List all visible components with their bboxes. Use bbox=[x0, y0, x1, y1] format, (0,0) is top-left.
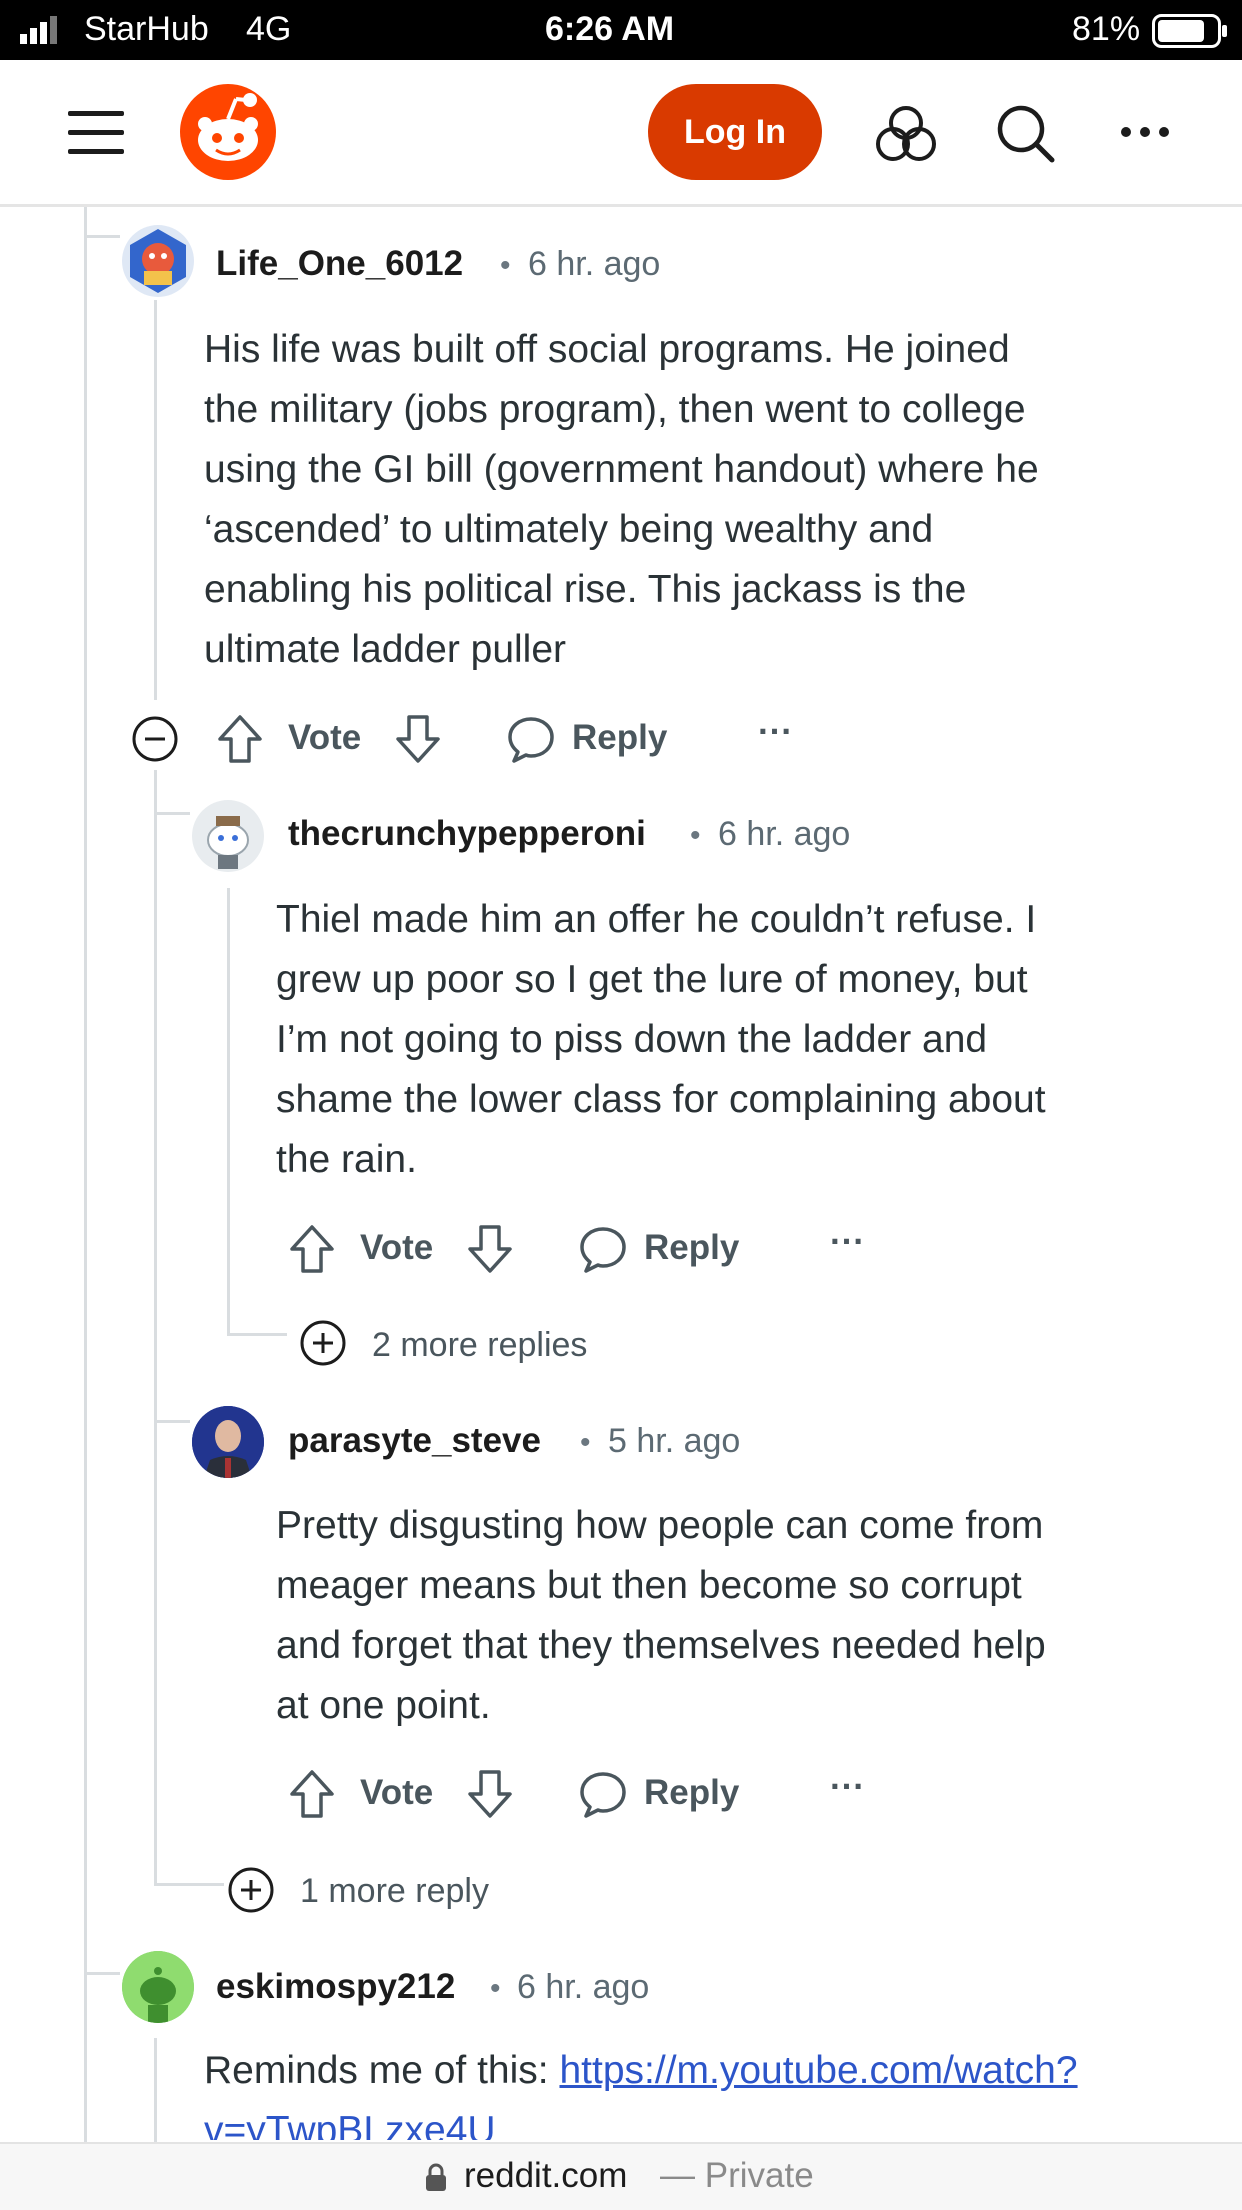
comment-line: ‘ascended’ to ultimately being wealthy a… bbox=[204, 508, 934, 551]
comment-line: His life was built off social programs. … bbox=[204, 328, 1010, 371]
expand-icon[interactable] bbox=[299, 1319, 347, 1367]
thread-connector bbox=[84, 1972, 120, 1975]
battery-icon bbox=[1152, 14, 1227, 48]
lock-icon bbox=[426, 2163, 446, 2191]
separator-dot: • bbox=[690, 819, 701, 852]
avatar[interactable] bbox=[122, 1951, 194, 2023]
timestamp: 6 hr. ago bbox=[517, 1968, 650, 2006]
comment-body: His life was built off social programs. … bbox=[204, 320, 1039, 680]
youtube-link[interactable]: https://m.youtube.com/watch? bbox=[559, 2049, 1077, 2092]
overflow-menu-icon[interactable]: ··· bbox=[758, 712, 793, 752]
thread-connector bbox=[154, 812, 190, 815]
vote-label: Vote bbox=[288, 718, 362, 757]
reply-icon[interactable] bbox=[506, 714, 556, 764]
downvote-icon[interactable] bbox=[394, 714, 442, 764]
comment-text: Reminds me of this: bbox=[204, 2049, 560, 2092]
thread-line bbox=[154, 2038, 157, 2142]
comment-line: Thiel made him an offer he couldn’t refu… bbox=[276, 898, 1037, 941]
avatar[interactable] bbox=[192, 800, 264, 872]
timestamp: 6 hr. ago bbox=[718, 815, 851, 853]
avatar[interactable] bbox=[122, 225, 194, 297]
reply-icon[interactable] bbox=[578, 1769, 628, 1819]
timestamp: 5 hr. ago bbox=[608, 1422, 741, 1460]
comment-body: Pretty disgusting how people can come fr… bbox=[276, 1496, 1046, 1736]
status-bar: StarHub 4G 6:26 AM 81% bbox=[0, 0, 1242, 60]
reply-button[interactable]: Reply bbox=[644, 1773, 739, 1813]
username[interactable]: Life_One_6012 bbox=[216, 244, 463, 284]
collapse-icon[interactable] bbox=[131, 715, 179, 763]
comment-line: ultimate ladder puller bbox=[204, 628, 567, 671]
thread-connector bbox=[227, 1333, 287, 1336]
domain-label: reddit.com bbox=[464, 2156, 628, 2195]
expand-icon[interactable] bbox=[227, 1866, 275, 1914]
browser-address-bar[interactable]: reddit.com — Private bbox=[0, 2142, 1242, 2210]
thread-line-root bbox=[84, 207, 87, 2142]
carrier-label: StarHub bbox=[84, 10, 209, 48]
comment-line: the rain. bbox=[276, 1138, 417, 1181]
thread-line bbox=[227, 888, 230, 1336]
reply-icon[interactable] bbox=[578, 1224, 628, 1274]
thread-line bbox=[154, 770, 157, 1885]
thread-connector bbox=[154, 1883, 224, 1886]
comment-line: the military (jobs program), then went t… bbox=[204, 388, 1026, 431]
comment-line: Pretty disgusting how people can come fr… bbox=[276, 1504, 1044, 1547]
reply-button[interactable]: Reply bbox=[644, 1228, 739, 1268]
timestamp: 6 hr. ago bbox=[528, 245, 661, 283]
more-options-icon[interactable] bbox=[1120, 124, 1170, 140]
comment-line: shame the lower class for complaining ab… bbox=[276, 1078, 1046, 1121]
network-label: 4G bbox=[246, 10, 292, 48]
thread-connector bbox=[154, 1420, 190, 1423]
thread-line bbox=[154, 300, 157, 700]
upvote-icon[interactable] bbox=[288, 1769, 336, 1819]
downvote-icon[interactable] bbox=[466, 1224, 514, 1274]
username[interactable]: thecrunchypepperoni bbox=[288, 814, 646, 854]
menu-icon[interactable] bbox=[68, 109, 124, 155]
avatar[interactable] bbox=[192, 1406, 264, 1478]
community-icon[interactable] bbox=[874, 104, 938, 164]
signal-icon bbox=[20, 16, 57, 44]
username[interactable]: eskimospy212 bbox=[216, 1967, 455, 2007]
thread-connector bbox=[84, 235, 120, 238]
clock: 6:26 AM bbox=[545, 10, 675, 48]
comment-line: grew up poor so I get the lure of money,… bbox=[276, 958, 1028, 1001]
comment-body: Reminds me of this: https://m.youtube.co… bbox=[204, 2041, 1204, 2140]
comment-line: using the GI bill (government handout) w… bbox=[204, 448, 1039, 491]
comment-body: Thiel made him an offer he couldn’t refu… bbox=[276, 890, 1046, 1190]
separator-dot: • bbox=[490, 1972, 501, 2005]
vote-label: Vote bbox=[360, 1773, 434, 1812]
comment-line: enabling his political rise. This jackas… bbox=[204, 568, 967, 611]
vote-label: Vote bbox=[360, 1228, 434, 1267]
upvote-icon[interactable] bbox=[288, 1224, 336, 1274]
youtube-link-continued[interactable]: v=yTwpBLzxe4U bbox=[204, 2109, 496, 2140]
login-button[interactable]: Log In bbox=[648, 84, 822, 180]
comment-line: at one point. bbox=[276, 1684, 491, 1727]
separator-dot: • bbox=[500, 249, 511, 282]
more-replies-link[interactable]: 1 more reply bbox=[300, 1872, 489, 1911]
comment-line: and forget that they themselves needed h… bbox=[276, 1624, 1046, 1667]
separator-dot: • bbox=[580, 1426, 591, 1459]
privacy-label: — Private bbox=[660, 2156, 814, 2195]
reply-button[interactable]: Reply bbox=[572, 718, 667, 758]
downvote-icon[interactable] bbox=[466, 1769, 514, 1819]
search-icon[interactable] bbox=[996, 104, 1056, 164]
battery-percent: 81% bbox=[1072, 10, 1141, 48]
more-replies-link[interactable]: 2 more replies bbox=[372, 1326, 587, 1365]
username[interactable]: parasyte_steve bbox=[288, 1421, 541, 1461]
reddit-logo[interactable] bbox=[178, 82, 278, 182]
overflow-menu-icon[interactable]: ··· bbox=[830, 1222, 865, 1262]
overflow-menu-icon[interactable]: ··· bbox=[830, 1767, 865, 1807]
comment-line: meager means but then become so corrupt bbox=[276, 1564, 1022, 1607]
comment-line: I’m not going to piss down the ladder an… bbox=[276, 1018, 988, 1061]
upvote-icon[interactable] bbox=[216, 714, 264, 764]
